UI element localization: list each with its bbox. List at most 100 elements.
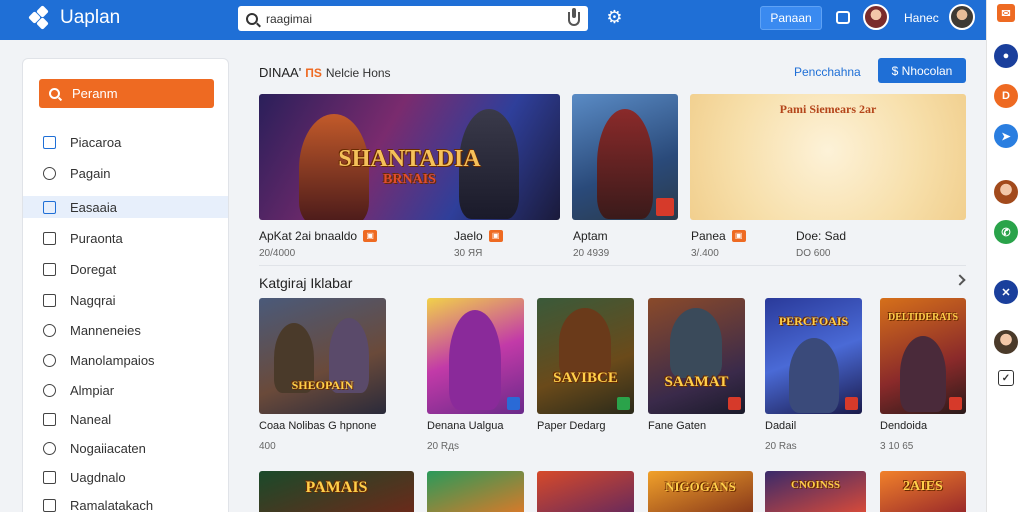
game-card-art[interactable]: SHEOPAIN [259, 298, 386, 414]
sidebar-item-piacaroa[interactable]: Piacaroa [23, 131, 228, 153]
game-card-art[interactable] [427, 471, 524, 512]
featured-meta: 20/4000 [259, 248, 296, 259]
app-shortcut-icon[interactable]: ● [994, 44, 1018, 68]
list-icon [43, 231, 56, 245]
game-title[interactable]: Dendoida [880, 420, 927, 432]
featured-card-art[interactable]: Pami Siemears 2ar [690, 94, 966, 220]
featured-title[interactable]: ApKat 2ai bnaaldo ▣ [259, 229, 378, 243]
featured-title-text: ApKat 2ai bnaaldo [259, 229, 358, 243]
sidebar-item-nagqrai[interactable]: Nagqrai [23, 289, 228, 311]
search-input[interactable] [266, 11, 568, 26]
header-action-button[interactable]: $ Nhocolan [878, 58, 966, 83]
badge-icon: ▣ [363, 230, 378, 242]
game-title[interactable]: Dadail [765, 420, 796, 432]
sidebar-item-naneal[interactable]: Naneal [23, 408, 228, 430]
check-icon[interactable]: ✓ [998, 370, 1014, 386]
sidebar-item-label: Puraonta [70, 230, 123, 246]
game-card-art[interactable]: SAVIBCE [537, 298, 634, 414]
sidebar-item-label: Uagdnalo [70, 469, 126, 485]
featured-art-subtitle: BRNAIS [383, 172, 436, 187]
section-title: Katgiraj Iklabar [259, 275, 353, 291]
hero-figure [449, 310, 501, 410]
game-card-art[interactable]: PERCFOAIS [765, 298, 862, 414]
badge-icon [845, 397, 858, 410]
game-art-title: DELTIDERATS [887, 312, 959, 323]
featured-meta: 20 4939 [573, 248, 610, 259]
game-title[interactable]: Paper Dedarg [537, 420, 606, 432]
sidebar-item-almpiar[interactable]: Almpiar [23, 379, 228, 401]
badge-icon [728, 397, 741, 410]
sidebar-item-ramalatakach[interactable]: Ramalatakach [23, 494, 228, 512]
featured-art-title: SHANTADIA [338, 146, 481, 172]
send-icon[interactable]: ➤ [994, 124, 1018, 148]
sidebar-item-puraonta[interactable]: Puraonta [23, 227, 228, 249]
sidebar-item-label: Nogaiiacaten [70, 440, 146, 456]
game-title[interactable]: Denana Ualgua [427, 420, 503, 432]
featured-title[interactable]: Aptam [573, 229, 608, 243]
game-card-art[interactable]: PAMAIS [259, 471, 414, 512]
badge-icon: ▣ [488, 230, 503, 242]
game-title[interactable]: Coaa Nolibas G hpnone [259, 420, 376, 432]
badge-icon [949, 397, 962, 410]
search-icon [49, 88, 60, 99]
badge-icon [656, 198, 674, 216]
sidebar-item-label: Piacaroa [70, 134, 122, 150]
notification-icon[interactable]: ✉ [997, 4, 1015, 22]
game-card-art[interactable]: SAAMAT [648, 298, 745, 414]
featured-card-art[interactable]: SHANTADIA BRNAIS [259, 94, 560, 220]
hero-figure [559, 308, 611, 378]
sidebar-item-pagain[interactable]: Pagain [23, 162, 228, 184]
hero-figure [597, 109, 653, 219]
game-card-art[interactable]: DELTIDERATS [880, 298, 966, 414]
game-title[interactable]: Fane Gaten [648, 420, 706, 432]
user-name[interactable]: Haneс [904, 11, 939, 25]
game-art-title: PAMAIS [305, 479, 368, 496]
sidebar-item-doregat[interactable]: Doregat [23, 258, 228, 280]
sidebar-item-manneneies[interactable]: Manneneies [23, 319, 228, 341]
profile-avatar[interactable] [949, 4, 975, 30]
dapp-icon[interactable]: D [994, 84, 1018, 108]
game-card-art[interactable]: NIGOGANS [648, 471, 753, 512]
sidebar-item-easaaia[interactable]: Easaaia [23, 196, 228, 218]
featured-card-art[interactable] [572, 94, 678, 220]
game-card-art[interactable]: 2AIES [880, 471, 966, 512]
top-bar: Uaplan ⚙ Panaan Haneс [0, 0, 986, 40]
sidebar: Peranm Piacaroa Pagain Easaaia Puraonta … [22, 58, 229, 512]
hero-figure [900, 336, 946, 412]
top-action-button[interactable]: Panaan [760, 6, 822, 30]
sidebar-item-uagdnalo[interactable]: Uagdnalo [23, 466, 228, 488]
contact-avatar[interactable] [994, 180, 1018, 204]
app-logo[interactable]: Uaplan [28, 5, 120, 30]
featured-title[interactable]: Jaelo ▣ [454, 229, 503, 243]
chat-icon[interactable] [836, 11, 850, 24]
microphone-icon[interactable] [568, 7, 580, 26]
avatar[interactable] [863, 4, 889, 30]
game-card-art[interactable] [427, 298, 524, 414]
game-art-title: NIGOGANS [665, 479, 736, 494]
monitor-icon [43, 293, 56, 307]
globe-icon [43, 353, 56, 367]
game-card-art[interactable] [537, 471, 634, 512]
friend-avatar[interactable] [994, 330, 1018, 354]
featured-title-text: Panea [691, 229, 726, 243]
featured-meta: DO 600 [796, 248, 831, 259]
chat-icon [43, 383, 56, 397]
sidebar-item-manolampaios[interactable]: Manolampaios [23, 349, 228, 371]
sidebar-item-nogaiiacaten[interactable]: Nogaiiacaten [23, 437, 228, 459]
featured-title-text: Doe: Sad [796, 229, 847, 243]
header-link[interactable]: Pencchahna [794, 65, 861, 79]
gear-icon[interactable]: ⚙ [606, 8, 623, 26]
chevron-right-icon[interactable] [954, 274, 966, 286]
game-card-art[interactable]: CNOINSS [765, 471, 866, 512]
featured-title[interactable]: Panea ▣ [691, 229, 746, 243]
page-subtitle: Nelcie Hons [325, 65, 391, 80]
shuffle-icon[interactable]: ✕ [994, 280, 1018, 304]
square-icon [43, 412, 56, 426]
featured-meta: 3/.400 [691, 248, 719, 259]
search-bar[interactable] [238, 6, 588, 31]
featured-title[interactable]: Doe: Sad [796, 229, 846, 243]
sidebar-search-button[interactable]: Peranm [39, 79, 214, 108]
right-rail: ✉ ● D ➤ ✆ ✕ ✓ [986, 0, 1024, 512]
phone-icon[interactable]: ✆ [994, 220, 1018, 244]
gamepad-icon [43, 135, 56, 149]
